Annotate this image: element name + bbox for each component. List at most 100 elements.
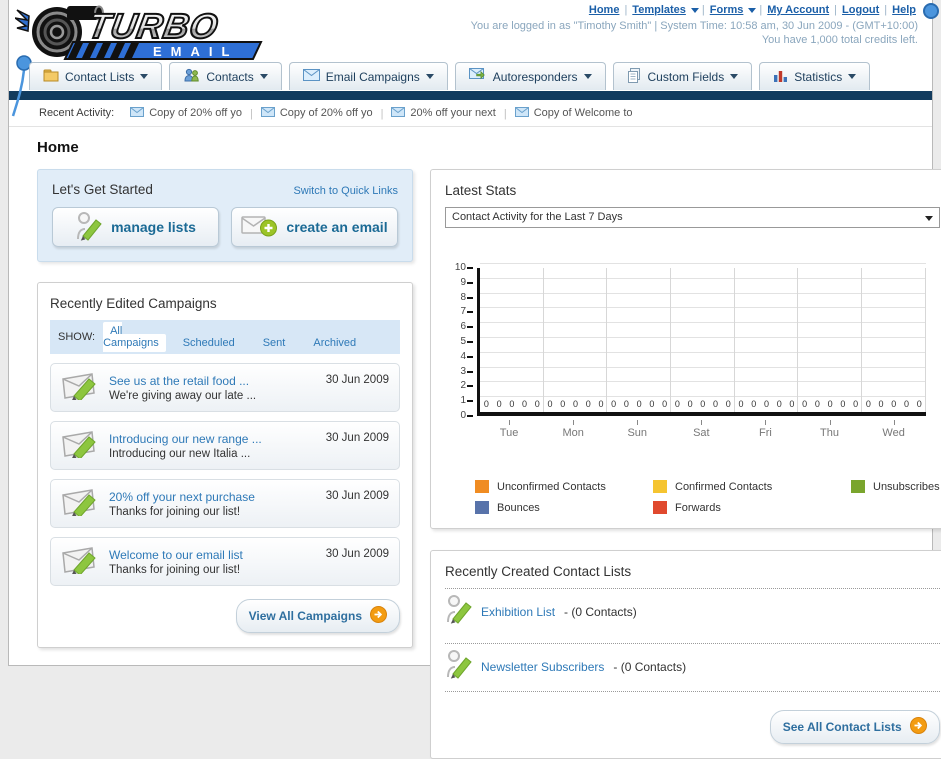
y-tick-label: 4 xyxy=(460,350,466,362)
recent-activity-item[interactable]: Copy of 20% off yo xyxy=(130,106,242,120)
data-value-label: 0 xyxy=(611,399,617,409)
y-tick-label: 0 xyxy=(460,410,466,421)
y-tick-label: 7 xyxy=(460,306,466,318)
recent-activity-item[interactable]: 20% off your next xyxy=(391,106,496,120)
tab-contact-lists[interactable]: Contact Lists xyxy=(29,62,163,90)
data-value-label: 0 xyxy=(496,399,502,409)
top-link-my-account[interactable]: My Account xyxy=(767,4,829,16)
filter-archived[interactable]: Archived xyxy=(306,334,363,352)
legend-swatch xyxy=(653,480,667,493)
top-link-templates[interactable]: Templates xyxy=(632,4,686,16)
help-bubble-icon[interactable] xyxy=(923,3,939,19)
chevron-down-icon xyxy=(583,74,592,79)
campaigns-panel-title: Recently Edited Campaigns xyxy=(50,296,217,311)
top-link-home[interactable]: Home xyxy=(589,4,620,16)
legend-swatch xyxy=(851,480,865,493)
gridline xyxy=(733,268,735,412)
data-value-label: 0 xyxy=(840,399,846,409)
stats-period-dropdown[interactable]: Contact Activity for the Last 7 Days xyxy=(445,207,940,228)
create-an-email-button[interactable]: create an email xyxy=(231,207,398,247)
campaign-date: 30 Jun 2009 xyxy=(325,548,389,560)
data-value-label: 0 xyxy=(687,399,693,409)
top-link-logout[interactable]: Logout xyxy=(842,4,879,16)
y-tick-mark xyxy=(467,326,473,329)
latest-stats-panel: Latest Stats Contact Activity for the La… xyxy=(430,169,941,529)
contact-activity-chart: 0 1 2 3 4 5 6 7 8 9 10 000000000000000000000000000… xyxy=(451,262,934,464)
filter-sent[interactable]: Sent xyxy=(256,334,293,352)
campaign-item: Introducing our new range ... Introducing… xyxy=(50,421,400,470)
filter-all-campaigns[interactable]: All Campaigns xyxy=(103,322,166,352)
data-value-label: 0 xyxy=(700,399,706,409)
tab-custom-fields[interactable]: Custom Fields xyxy=(612,62,753,90)
campaign-title-link[interactable]: See us at the retail food ... xyxy=(109,374,326,388)
campaign-title-link[interactable]: Welcome to our email list xyxy=(109,548,326,562)
x-tick-label: Sat xyxy=(669,420,733,439)
gridline xyxy=(480,351,926,353)
y-tick-mark xyxy=(467,311,473,314)
nav-separator: | xyxy=(834,4,838,16)
stats-panel-title: Latest Stats xyxy=(445,183,517,198)
y-tick-mark xyxy=(467,281,473,284)
contact-list-link[interactable]: Exhibition List xyxy=(481,605,555,619)
see-all-contact-lists-button[interactable]: See All Contact Lists xyxy=(769,710,940,744)
contacts-icon xyxy=(183,68,200,85)
chevron-down-icon xyxy=(425,74,434,79)
autoresponders-icon xyxy=(468,68,487,85)
gridline xyxy=(480,263,926,264)
activity-separator: | xyxy=(503,107,507,120)
data-value-label: 0 xyxy=(534,399,540,409)
envelope-plus-icon xyxy=(241,214,278,241)
view-all-campaigns-button[interactable]: View All Campaigns xyxy=(235,599,400,633)
chart-x-axis: Tue Mon Sun Sat Fri Thu Wed xyxy=(477,420,926,439)
data-value-label: 0 xyxy=(598,399,604,409)
data-value-label: 0 xyxy=(789,399,795,409)
campaign-filter-bar: SHOW: All Campaigns Scheduled Sent Archived xyxy=(50,320,400,354)
chevron-down-icon xyxy=(259,74,268,79)
gridline xyxy=(480,322,926,324)
recent-activity-bar: Recent Activity: Copy of 20% off yo | Copy… xyxy=(9,100,932,127)
manage-lists-button[interactable]: manage lists xyxy=(52,207,219,247)
tab-autoresponders[interactable]: Autoresponders xyxy=(454,62,606,90)
main-content: Home Let's Get Started Switch to Quick L… xyxy=(9,127,941,759)
data-value-label: 0 xyxy=(853,399,859,409)
campaign-date: 30 Jun 2009 xyxy=(325,432,389,444)
chevron-down-icon xyxy=(140,74,149,79)
chevron-down-icon xyxy=(690,7,699,13)
y-tick-mark xyxy=(467,385,473,388)
envelope-pencil-icon xyxy=(61,486,99,521)
y-tick-mark xyxy=(467,355,473,358)
campaign-title-link[interactable]: 20% off your next purchase xyxy=(109,490,326,504)
data-value-label: 0 xyxy=(636,399,642,409)
data-value-label: 0 xyxy=(572,399,578,409)
y-tick-label: 3 xyxy=(460,365,466,377)
recent-activity-item[interactable]: Copy of 20% off yo xyxy=(260,106,373,120)
campaign-title-link[interactable]: Introducing our new range ... xyxy=(109,432,326,446)
chevron-down-icon xyxy=(848,74,857,79)
show-label: SHOW: xyxy=(58,331,96,343)
y-tick-mark xyxy=(467,400,473,403)
chart-plot-area: 00000000000000000000000000000000000 xyxy=(477,263,926,416)
get-started-panel: Let's Get Started Switch to Quick Links … xyxy=(37,169,413,262)
top-link-forms[interactable]: Forms xyxy=(710,4,744,16)
recent-activity-item[interactable]: Copy of Welcome to xyxy=(514,106,633,120)
gridline xyxy=(924,268,926,412)
chevron-down-icon xyxy=(924,216,933,221)
tab-statistics[interactable]: Statistics xyxy=(759,62,871,90)
tab-contacts[interactable]: Contacts xyxy=(169,62,282,90)
gridline xyxy=(480,277,926,279)
chart-y-axis: 0 1 2 3 4 5 6 7 8 9 10 xyxy=(451,262,473,421)
top-link-help[interactable]: Help xyxy=(892,4,916,16)
turbo-email-logo: TURBO EMAIL xyxy=(14,2,263,67)
data-value-label: 0 xyxy=(763,399,769,409)
y-tick-mark xyxy=(467,267,473,269)
activity-separator: | xyxy=(380,107,384,120)
legend-item: Unconfirmed Contacts xyxy=(475,480,653,493)
data-value-label: 0 xyxy=(916,399,922,409)
switch-to-quick-links[interactable]: Switch to Quick Links xyxy=(293,185,398,197)
contact-lists-panel-title: Recently Created Contact Lists xyxy=(445,564,632,579)
campaign-subtitle: Introducing our new Italia ... xyxy=(109,447,251,460)
gridline xyxy=(860,268,862,412)
contact-list-link[interactable]: Newsletter Subscribers xyxy=(481,660,604,674)
tab-email-campaigns[interactable]: Email Campaigns xyxy=(288,62,448,90)
filter-scheduled[interactable]: Scheduled xyxy=(176,334,242,352)
